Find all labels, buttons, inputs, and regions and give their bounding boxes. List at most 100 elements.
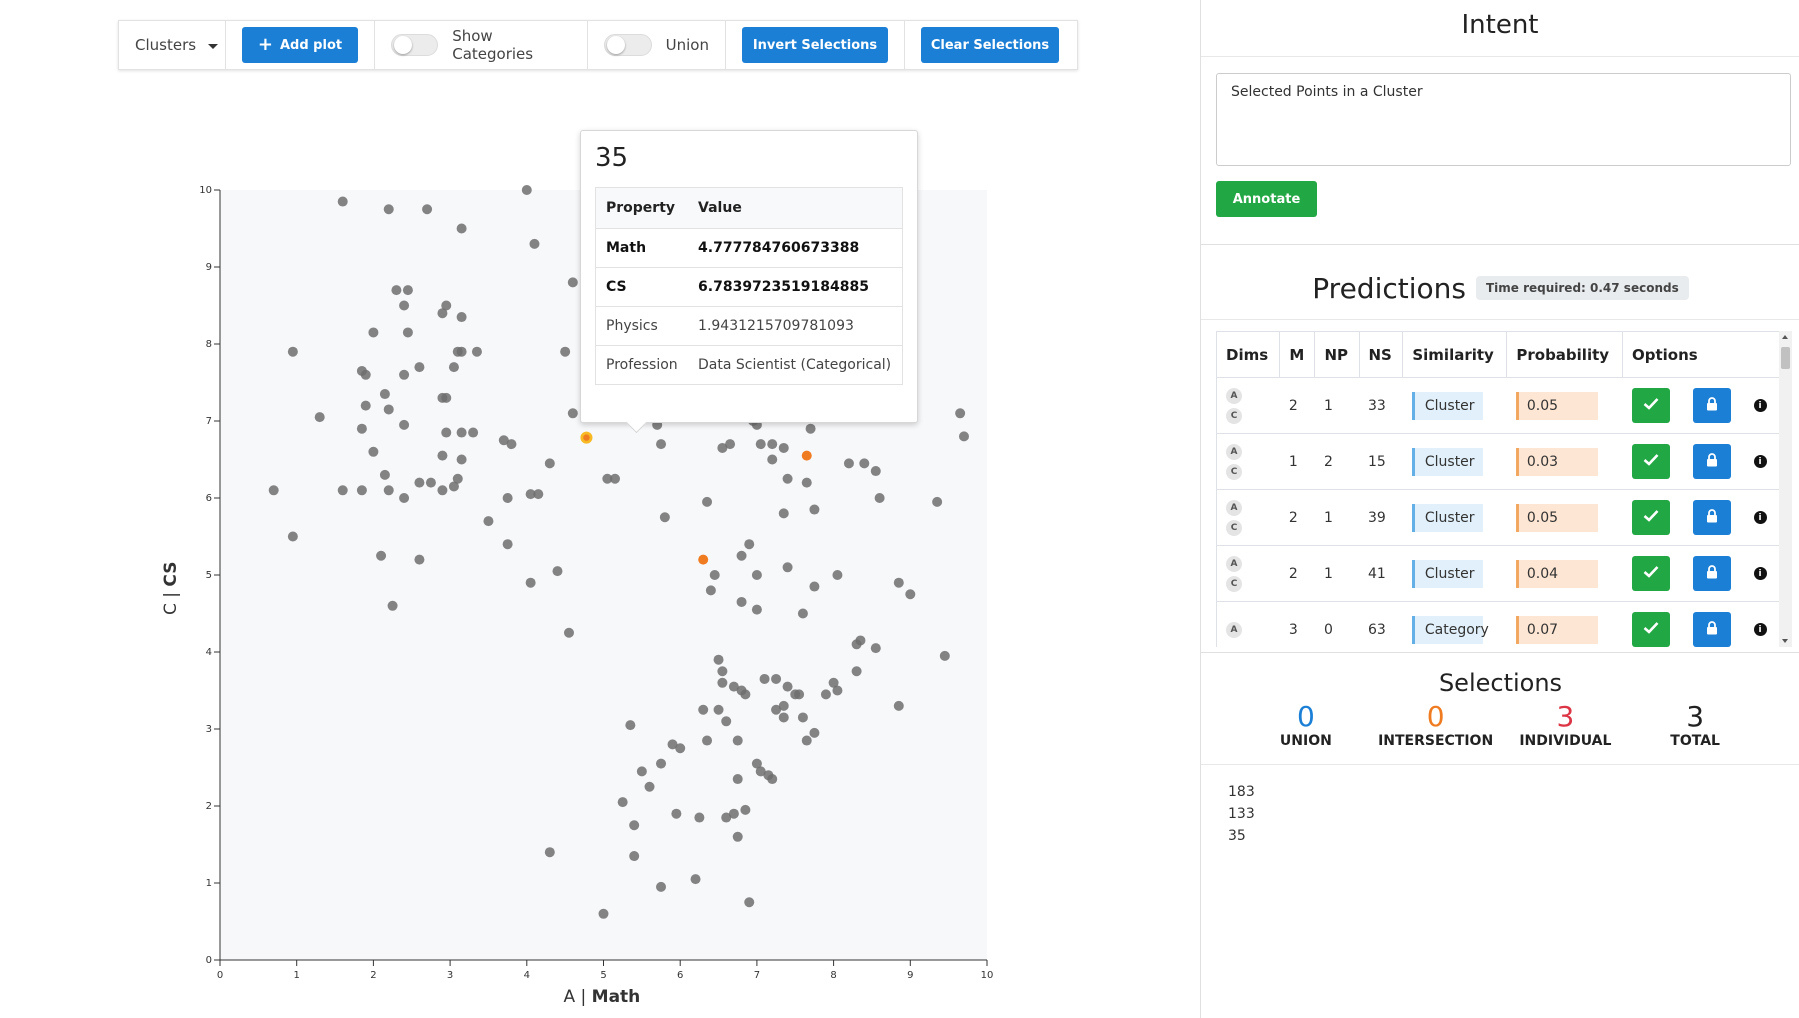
- data-point[interactable]: [567, 408, 578, 419]
- data-point[interactable]: [767, 774, 778, 785]
- data-point[interactable]: [801, 477, 812, 488]
- data-point[interactable]: [732, 735, 743, 746]
- predictions-table-container[interactable]: Dims M NP NS Similarity Probability Opti…: [1216, 331, 1782, 647]
- data-point[interactable]: [656, 439, 667, 450]
- data-point[interactable]: [744, 539, 755, 550]
- data-point[interactable]: [360, 369, 371, 380]
- data-point[interactable]: [629, 851, 640, 862]
- data-point[interactable]: [414, 554, 425, 565]
- data-point[interactable]: [456, 223, 467, 234]
- data-point[interactable]: [717, 666, 728, 677]
- data-point[interactable]: [563, 627, 574, 638]
- data-point[interactable]: [456, 312, 467, 323]
- info-icon[interactable]: i: [1753, 511, 1767, 524]
- data-point[interactable]: [636, 766, 647, 777]
- data-point[interactable]: [709, 570, 720, 580]
- data-point[interactable]: [456, 427, 467, 438]
- data-point[interactable]: [732, 831, 743, 842]
- data-point[interactable]: [713, 654, 724, 665]
- data-point[interactable]: [702, 496, 713, 507]
- data-point[interactable]: [740, 689, 751, 700]
- data-point[interactable]: [690, 874, 701, 885]
- data-point[interactable]: [736, 550, 747, 561]
- data-point[interactable]: [932, 496, 943, 507]
- data-point[interactable]: [832, 685, 843, 696]
- hovered-data-point[interactable]: [583, 434, 590, 441]
- lock-button[interactable]: [1692, 556, 1731, 591]
- data-point[interactable]: [820, 689, 831, 700]
- predictions-scrollbar[interactable]: [1779, 331, 1792, 647]
- data-point[interactable]: [874, 493, 885, 503]
- data-point[interactable]: [939, 650, 950, 661]
- clusters-dropdown[interactable]: Clusters: [119, 21, 226, 69]
- data-point[interactable]: [767, 439, 778, 450]
- selected-data-point[interactable]: [698, 554, 709, 565]
- data-point[interactable]: [629, 820, 640, 831]
- data-point[interactable]: [855, 635, 866, 646]
- selection-item[interactable]: 133: [1228, 803, 1773, 825]
- data-point[interactable]: [851, 666, 862, 677]
- data-point[interactable]: [502, 493, 513, 503]
- data-point[interactable]: [391, 285, 402, 296]
- data-point[interactable]: [360, 400, 371, 411]
- data-point[interactable]: [721, 716, 732, 727]
- data-point[interactable]: [337, 196, 348, 207]
- data-point[interactable]: [625, 720, 636, 731]
- data-point[interactable]: [598, 908, 609, 919]
- data-point[interactable]: [801, 735, 812, 746]
- data-point[interactable]: [859, 458, 870, 469]
- data-point[interactable]: [560, 346, 571, 357]
- data-point[interactable]: [843, 458, 854, 469]
- data-point[interactable]: [437, 450, 448, 461]
- add-plot-button[interactable]: + Add plot: [242, 27, 358, 63]
- accept-button[interactable]: [1631, 444, 1670, 479]
- data-point[interactable]: [782, 562, 793, 573]
- data-point[interactable]: [698, 704, 709, 715]
- data-point[interactable]: [767, 454, 778, 465]
- data-point[interactable]: [725, 439, 736, 450]
- data-point[interactable]: [452, 473, 463, 484]
- data-point[interactable]: [468, 427, 479, 438]
- info-icon[interactable]: i: [1753, 623, 1767, 636]
- data-point[interactable]: [805, 423, 816, 434]
- data-point[interactable]: [314, 412, 325, 423]
- data-point[interactable]: [744, 897, 755, 908]
- intent-textarea[interactable]: Selected Points in a Cluster: [1216, 73, 1791, 166]
- data-point[interactable]: [778, 712, 789, 723]
- scroll-up-icon[interactable]: [1782, 335, 1788, 339]
- data-point[interactable]: [337, 485, 348, 496]
- data-point[interactable]: [529, 238, 540, 249]
- data-point[interactable]: [414, 362, 425, 373]
- data-point[interactable]: [809, 727, 820, 738]
- data-point[interactable]: [471, 346, 482, 357]
- union-toggle[interactable]: [604, 34, 652, 56]
- data-point[interactable]: [387, 600, 398, 611]
- lock-button[interactable]: [1692, 612, 1731, 647]
- data-point[interactable]: [399, 493, 410, 503]
- data-point[interactable]: [705, 585, 716, 596]
- lock-button[interactable]: [1692, 444, 1731, 479]
- data-point[interactable]: [448, 362, 459, 373]
- data-point[interactable]: [483, 516, 494, 527]
- annotate-button[interactable]: Annotate: [1216, 181, 1317, 217]
- data-point[interactable]: [399, 300, 410, 311]
- data-point[interactable]: [383, 485, 394, 496]
- data-point[interactable]: [870, 466, 881, 477]
- show-categories-toggle[interactable]: [391, 34, 439, 56]
- data-point[interactable]: [383, 204, 394, 215]
- data-point[interactable]: [832, 570, 843, 580]
- lock-button[interactable]: [1692, 500, 1731, 535]
- data-point[interactable]: [644, 781, 655, 792]
- data-point[interactable]: [771, 673, 782, 684]
- data-point[interactable]: [797, 712, 808, 723]
- data-point[interactable]: [544, 458, 555, 469]
- data-point[interactable]: [656, 881, 667, 892]
- data-point[interactable]: [425, 477, 436, 488]
- data-point[interactable]: [567, 277, 578, 288]
- accept-button[interactable]: [1631, 500, 1670, 535]
- data-point[interactable]: [422, 204, 433, 215]
- data-point[interactable]: [659, 512, 670, 523]
- data-point[interactable]: [740, 804, 751, 815]
- selection-item[interactable]: 35: [1228, 825, 1773, 847]
- data-point[interactable]: [610, 473, 621, 484]
